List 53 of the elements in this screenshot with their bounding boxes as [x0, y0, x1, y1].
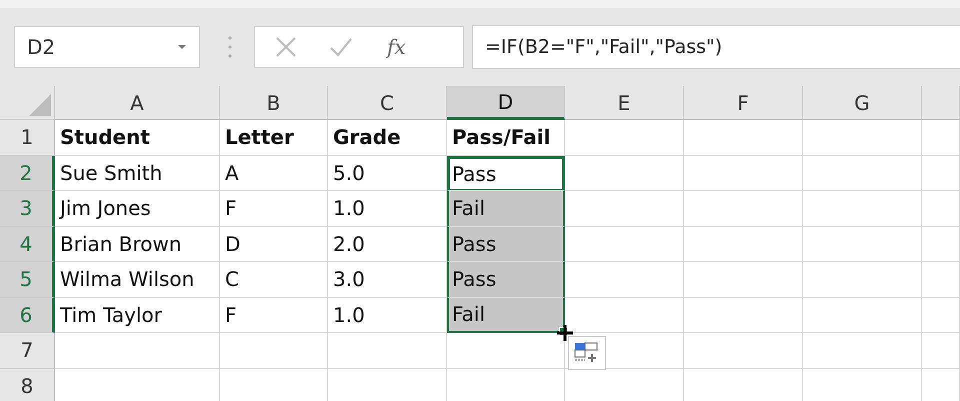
table-cell: Wilma Wilson [55, 262, 220, 298]
table-cell: A [220, 156, 328, 191]
row-header[interactable]: 3 [0, 191, 55, 226]
row-header[interactable]: 5 [0, 262, 55, 298]
table-cell [922, 191, 960, 226]
column-header[interactable]: G [803, 86, 922, 120]
close-icon[interactable] [275, 36, 297, 58]
table-cell: C [220, 262, 328, 298]
formula-field[interactable]: =IF(B2="F","Fail","Pass") [472, 25, 960, 69]
column-header[interactable]: A [55, 86, 220, 120]
table-cell [922, 156, 960, 191]
table-cell: Pass [447, 156, 565, 191]
row-header[interactable]: 1 [0, 120, 55, 156]
table-cell: Tim Taylor [55, 298, 220, 333]
table-cell [922, 333, 960, 368]
column-header[interactable] [922, 86, 960, 120]
table-cell: Pass [447, 226, 565, 262]
column-header[interactable]: C [328, 86, 447, 120]
caret-icon[interactable] [177, 44, 187, 50]
name-box[interactable]: D2 [14, 26, 200, 68]
column-header[interactable]: F [684, 86, 803, 120]
table-cell [922, 120, 960, 156]
table-cell: F [220, 191, 328, 226]
table-cell: Fail [447, 298, 565, 333]
table-cell: Brian Brown [55, 226, 220, 262]
table-cell: Sue Smith [55, 156, 220, 191]
table-cell [922, 298, 960, 333]
column-header[interactable]: B [220, 86, 328, 120]
column-header[interactable]: D [447, 86, 565, 120]
check-icon[interactable] [329, 37, 353, 57]
corner-triangle-icon [29, 94, 51, 116]
row-header[interactable]: 2 [0, 156, 55, 191]
grip-icon [228, 35, 232, 59]
row-header[interactable]: 4 [0, 226, 55, 262]
crosshair-cursor-icon [556, 324, 574, 342]
column-header[interactable]: E [565, 86, 684, 120]
table-cell: Jim Jones [55, 191, 220, 226]
table-cell: Fail [447, 191, 565, 226]
row-header[interactable]: 6 [0, 298, 55, 333]
table-cell: Student [55, 120, 220, 156]
quick-analysis-icon [574, 342, 600, 364]
row-header[interactable]: 7 [0, 333, 55, 368]
table-cell: Pass [447, 262, 565, 298]
quick-analysis-button[interactable] [568, 336, 606, 370]
select-all-button[interactable] [0, 86, 55, 120]
table-cell: D [220, 226, 328, 262]
table-cell: F [220, 298, 328, 333]
table-cell [922, 226, 960, 262]
table-cell: Grade [328, 120, 447, 156]
row-header[interactable]: 8 [0, 368, 55, 401]
table-cell: Letter [220, 120, 328, 156]
insert-function-button[interactable]: fx [387, 35, 406, 59]
table-cell [922, 262, 960, 298]
